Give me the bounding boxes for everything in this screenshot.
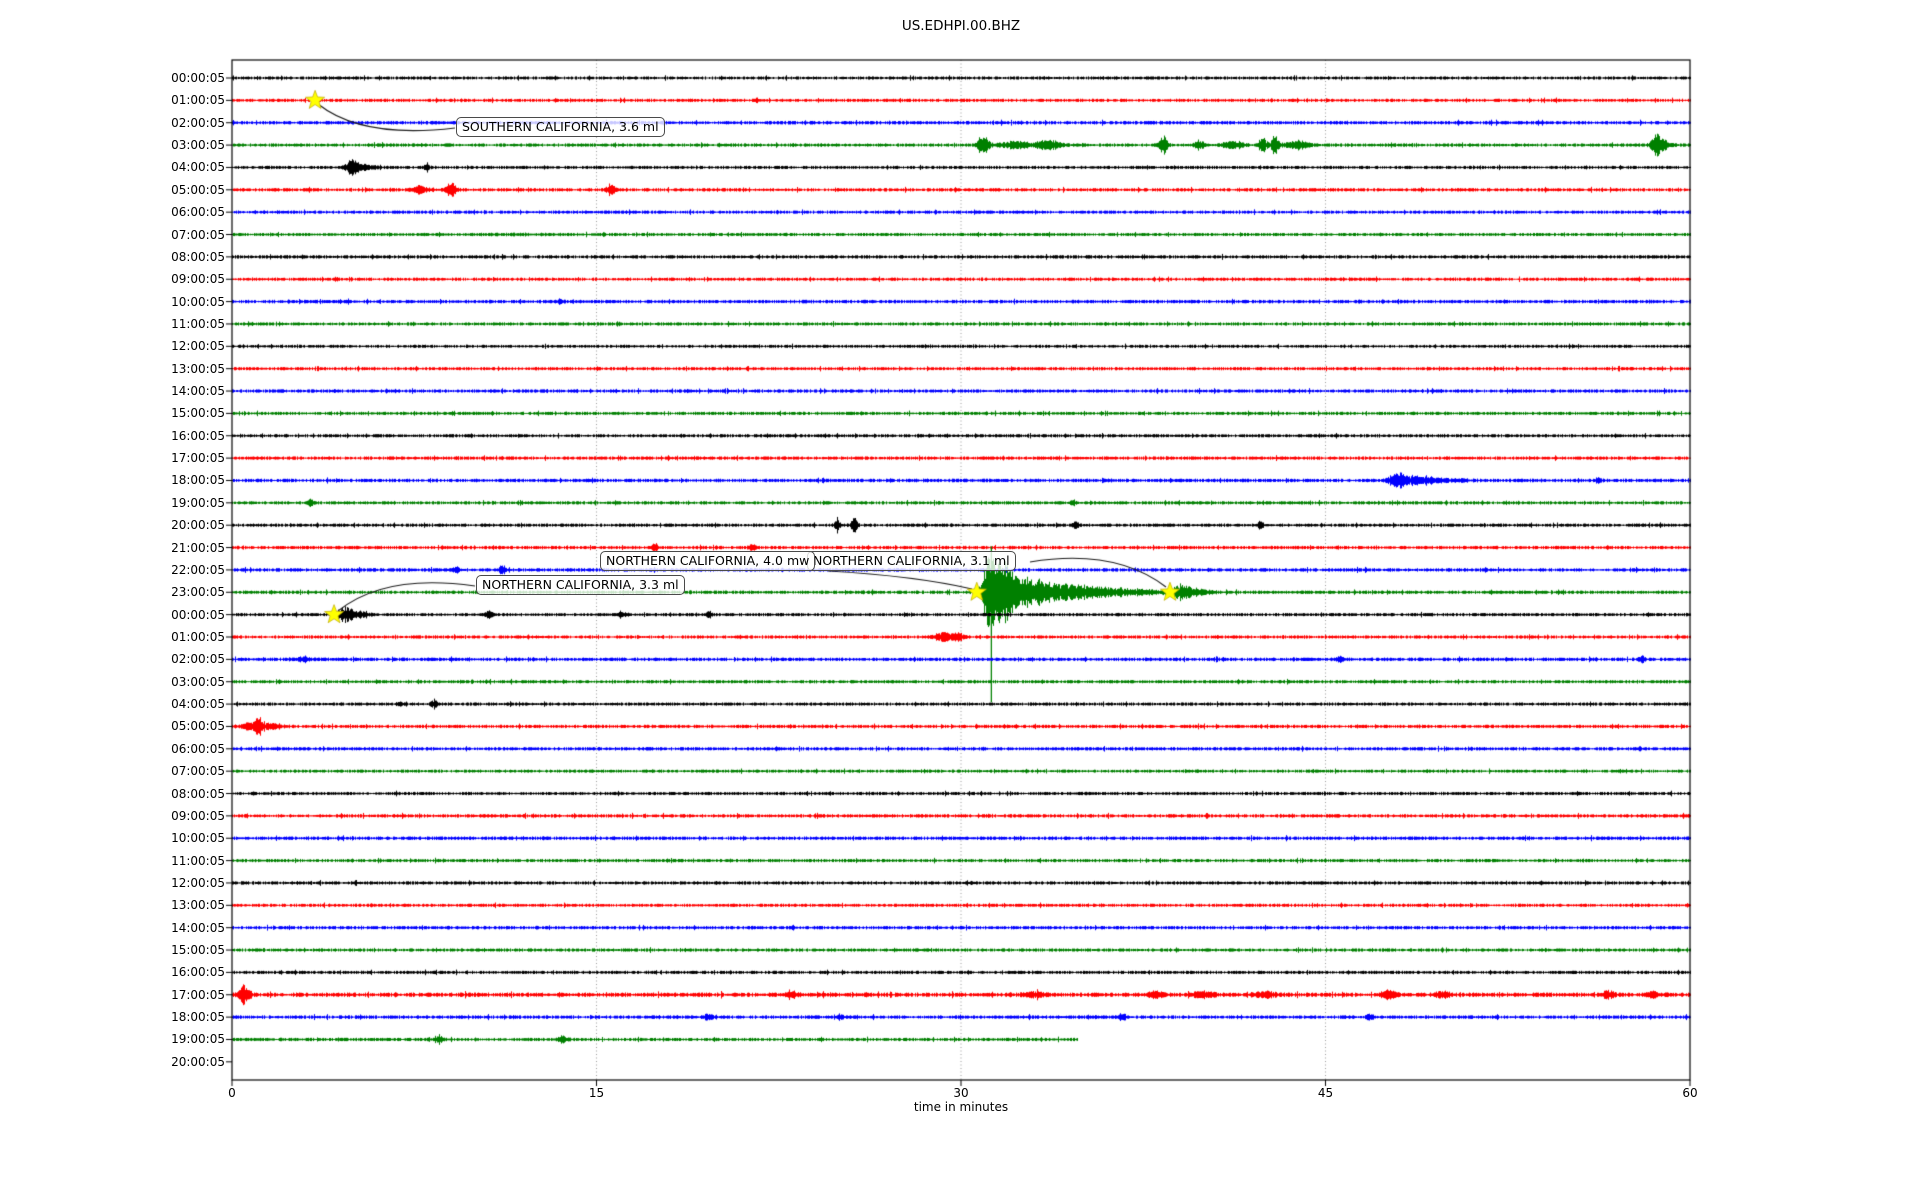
y-tick-label: 23:00:05 bbox=[171, 585, 225, 600]
y-tick-label: 10:00:05 bbox=[171, 294, 225, 309]
y-tick-label: 07:00:05 bbox=[171, 227, 225, 242]
y-tick-label: 11:00:05 bbox=[171, 316, 225, 331]
event-annotation-label: NORTHERN CALIFORNIA, 4.0 mw bbox=[600, 551, 816, 571]
y-tick-label: 18:00:05 bbox=[171, 473, 225, 488]
y-tick-label: 19:00:05 bbox=[171, 1032, 225, 1047]
x-tick-label: 45 bbox=[1317, 1086, 1334, 1100]
event-annotation-label: NORTHERN CALIFORNIA, 3.3 ml bbox=[476, 575, 685, 595]
event-annotation-label: NORTHERN CALIFORNIA, 3.1 ml bbox=[807, 551, 1016, 571]
y-tick-label: 05:00:05 bbox=[171, 719, 225, 734]
x-tick-label: 60 bbox=[1682, 1086, 1698, 1100]
y-tick-label: 14:00:05 bbox=[171, 384, 225, 399]
y-tick-label: 04:00:05 bbox=[171, 160, 225, 175]
seismogram-dayplot-window: US.EDHPI.00.BHZ 00:00:05 01:00:05 02:00:05… bbox=[0, 0, 1920, 1200]
y-tick-label: 00:00:05 bbox=[171, 71, 225, 85]
y-tick-label: 02:00:05 bbox=[171, 115, 225, 130]
y-tick-label: 01:00:05 bbox=[171, 93, 225, 108]
event-annotation-label: SOUTHERN CALIFORNIA, 3.6 ml bbox=[456, 117, 665, 137]
y-tick-label: 09:00:05 bbox=[171, 808, 225, 823]
y-tick-label: 16:00:05 bbox=[171, 965, 225, 980]
y-tick-label: 06:00:05 bbox=[171, 205, 225, 220]
y-tick-label: 17:00:05 bbox=[171, 987, 225, 1002]
y-tick-label: 09:00:05 bbox=[171, 272, 225, 287]
y-tick-label: 19:00:05 bbox=[171, 495, 225, 510]
x-tick-label: 0 bbox=[228, 1086, 236, 1100]
y-tick-label: 12:00:05 bbox=[171, 339, 225, 354]
y-tick-label: 10:00:05 bbox=[171, 831, 225, 846]
y-tick-label: 18:00:05 bbox=[171, 1010, 225, 1025]
y-tick-label: 20:00:05 bbox=[171, 518, 225, 533]
y-tick-label: 15:00:05 bbox=[171, 406, 225, 421]
y-tick-label: 14:00:05 bbox=[171, 920, 225, 935]
y-tick-label: 22:00:05 bbox=[171, 562, 225, 577]
y-tick-label: 04:00:05 bbox=[171, 697, 225, 712]
helicorder-plot-canvas bbox=[0, 0, 1920, 1200]
y-tick-label: 01:00:05 bbox=[171, 630, 225, 644]
y-tick-label: 21:00:05 bbox=[171, 540, 225, 555]
y-tick-label: 06:00:05 bbox=[171, 741, 225, 756]
y-tick-label: 03:00:05 bbox=[171, 674, 225, 689]
y-tick-label: 05:00:05 bbox=[171, 182, 225, 197]
x-tick-label: 15 bbox=[588, 1086, 605, 1100]
y-tick-label: 03:00:05 bbox=[171, 138, 225, 153]
y-tick-label: 02:00:05 bbox=[171, 652, 225, 667]
y-tick-label: 13:00:05 bbox=[171, 898, 225, 913]
y-tick-label: 13:00:05 bbox=[171, 361, 225, 376]
y-tick-label: 08:00:05 bbox=[171, 249, 225, 264]
y-tick-label: 15:00:05 bbox=[171, 943, 225, 958]
y-tick-label: 11:00:05 bbox=[171, 853, 225, 868]
y-tick-label: 16:00:05 bbox=[171, 428, 225, 443]
y-tick-label: 17:00:05 bbox=[171, 451, 225, 466]
plot-title: US.EDHPI.00.BHZ bbox=[901, 18, 1021, 34]
x-tick-label: 30 bbox=[953, 1086, 969, 1100]
y-tick-label: 07:00:05 bbox=[171, 764, 225, 779]
y-tick-label: 08:00:05 bbox=[171, 786, 225, 801]
y-tick-label: 12:00:05 bbox=[171, 875, 225, 890]
y-tick-label: 00:00:05 bbox=[171, 607, 225, 622]
x-axis-title: time in minutes bbox=[913, 1100, 1009, 1114]
y-tick-label: 20:00:05 bbox=[171, 1054, 225, 1069]
